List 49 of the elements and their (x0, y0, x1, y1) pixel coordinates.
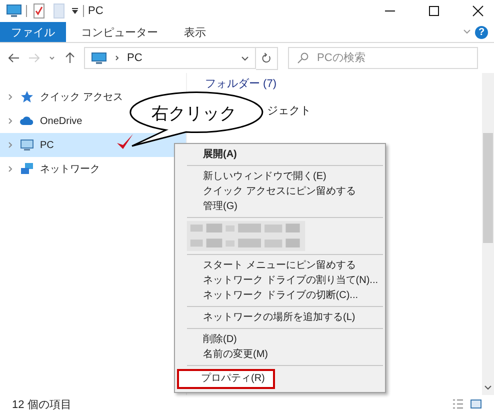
menu-item[interactable]: ネットワークの場所を追加する(L) (177, 310, 383, 325)
ribbon-tab[interactable]: 表示 (173, 22, 217, 42)
chevron-down-icon[interactable] (484, 383, 492, 391)
menu-item[interactable]: スタート メニューにピン留めする (177, 258, 383, 273)
nav-item[interactable]: ネットワーク (0, 157, 104, 181)
search-field[interactable]: PCの検索 (288, 47, 478, 69)
cloud-icon (20, 114, 34, 128)
menu-item[interactable]: 管理(G) (177, 199, 383, 214)
folder-label[interactable]: ジェクト (267, 103, 311, 118)
ribbon-tab[interactable]: ファイル (0, 22, 66, 42)
dropdown-icon[interactable] (71, 7, 79, 15)
details-view-icon[interactable] (452, 398, 464, 410)
help-button[interactable]: ? (475, 26, 488, 38)
menu-item[interactable]: プロパティ(R) (177, 369, 275, 389)
close-icon[interactable] (470, 3, 486, 19)
scrollbar[interactable] (482, 73, 494, 395)
chevron-down-icon[interactable] (48, 54, 56, 62)
callout-text: 右クリック (152, 104, 236, 123)
refresh-icon[interactable] (256, 46, 278, 70)
menu-item[interactable]: 削除(D) (177, 332, 383, 347)
address-bar[interactable]: PC (84, 47, 256, 69)
chevron-down-icon[interactable] (241, 54, 249, 62)
menu-item[interactable]: 新しいウィンドウで開く(E) (177, 169, 383, 184)
nav-item[interactable]: OneDrive (0, 109, 86, 133)
computer-icon (6, 3, 22, 19)
large-icons-view-icon[interactable] (470, 398, 482, 410)
nav-item[interactable]: クイック アクセス (0, 85, 127, 109)
nav-item[interactable]: PC (0, 133, 186, 157)
computer-icon (91, 50, 107, 66)
network-icon (20, 162, 34, 176)
chevron-right-icon[interactable] (6, 117, 14, 125)
ribbon-tab[interactable]: コンピューター (70, 22, 169, 42)
back-arrow-icon[interactable] (8, 52, 20, 64)
chevron-right-icon[interactable] (6, 93, 14, 101)
menu-item[interactable]: クイック アクセスにピン留めする (177, 184, 383, 199)
group-header[interactable]: フォルダー (7) (205, 76, 276, 91)
window-title: PC (88, 5, 104, 17)
star-icon (20, 90, 34, 104)
menu-item[interactable]: ネットワーク ドライブの割り当て(N)... (177, 273, 383, 288)
up-arrow-icon[interactable] (64, 52, 76, 64)
properties-icon[interactable] (31, 3, 47, 19)
menu-item[interactable]: ネットワーク ドライブの切断(C)... (177, 288, 383, 303)
chevron-right-icon[interactable] (6, 165, 14, 173)
search-icon (297, 52, 309, 64)
menu-item[interactable]: 名前の変更(M) (177, 347, 383, 362)
item-count: 12 個の項目 (12, 398, 72, 412)
computer-icon (20, 138, 34, 152)
chevron-right-icon[interactable] (113, 54, 121, 62)
maximize-icon[interactable] (426, 3, 442, 19)
